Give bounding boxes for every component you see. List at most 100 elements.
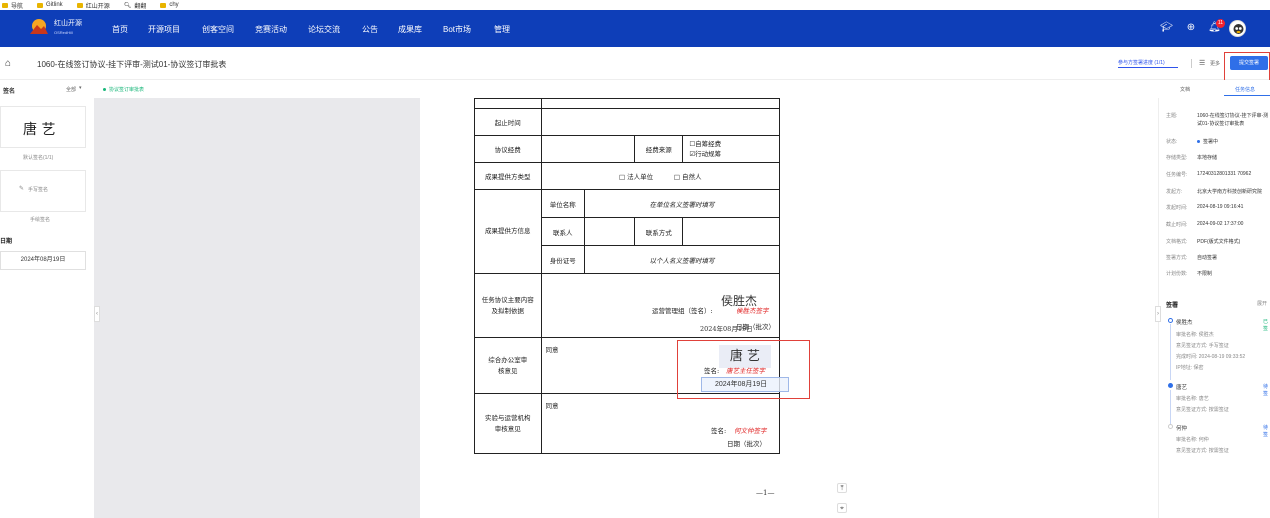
logo-icon[interactable] [29, 18, 49, 36]
signer-detail: 意见签证方式: 手写签证 [1176, 343, 1229, 349]
date-title: 日期 [0, 239, 13, 245]
tab-document[interactable]: 文档 [1180, 86, 1190, 93]
form-label-fee-source: 经费来源 [634, 135, 684, 163]
avatar[interactable] [1229, 20, 1246, 37]
chevron-down-icon[interactable]: ▾ [79, 85, 82, 91]
form-label-provider-info: 成果提供方信息 [474, 189, 542, 274]
tab-underline [1224, 95, 1270, 96]
status-label: 状态: [1166, 139, 1178, 145]
form-field-start[interactable] [540, 108, 781, 136]
signer-status: 已签 [1263, 319, 1269, 332]
plus-circle-icon[interactable]: ⊕ [1185, 22, 1197, 34]
notification-badge: 11 [1216, 19, 1225, 28]
form-label-office: 综合办公室审核意见 [474, 337, 542, 394]
top-navigation: 红山开源 OSRedHill 首页 开源项目 创客空间 竞赛活动 论坛交流 公告… [0, 10, 1270, 47]
status-value: 签署中 [1203, 139, 1219, 145]
sub-toolbar: 签名 全部 ▾ 协议签订审批表 文档 任务信息 [0, 80, 1270, 98]
tech-date-label: 日期（批次） [727, 440, 766, 448]
bookmark-nav[interactable]: 导航 [2, 1, 23, 10]
bookmark-redhill[interactable]: 红山开源 [76, 1, 110, 10]
provider-type-person[interactable]: □ 自然人 [674, 173, 702, 181]
collapse-left-handle[interactable]: ‹ [94, 306, 100, 322]
bookmark-label: 红山开源 [85, 3, 110, 10]
signer-detail: IP地址: 保密 [1176, 365, 1204, 371]
folder-icon [37, 2, 44, 8]
tech-sign-label: 签名: [711, 427, 727, 435]
storage-value: 本地存储 [1197, 155, 1218, 161]
provider-type-legal[interactable]: □ 法人单位 [619, 173, 653, 181]
signer-detail: 完成时间: 2024-08-19 09:33:52 [1176, 354, 1246, 360]
sign-progress-link[interactable]: 参与方签署进度 (1/1) [1118, 59, 1165, 66]
format-value: PDF(版式文件格式) [1197, 239, 1241, 245]
signature-filter[interactable]: 全部 [66, 86, 76, 93]
nav-item-results[interactable]: 成果库 [398, 24, 422, 35]
signers-title: 签署 [1166, 303, 1179, 309]
handwrite-button[interactable]: 手写签名 [28, 186, 48, 193]
menu-icon[interactable]: ☰ [1199, 59, 1205, 67]
default-signature-card[interactable]: 唐 艺 [0, 106, 86, 148]
form-field-fee[interactable] [540, 135, 636, 163]
tab-task-info[interactable]: 任务信息 [1235, 86, 1255, 93]
bookmark-gitlink[interactable]: Gitlink [37, 2, 63, 8]
date-stamp[interactable]: 2024年08月19日 [0, 251, 86, 270]
handwrite-caption: 手绘签名 [30, 217, 51, 223]
initiator-value: 北京大学南方科技创新研究院 [1197, 189, 1263, 195]
collapse-right-handle[interactable]: › [1155, 306, 1161, 322]
signature-preview: 唐 艺 [23, 122, 56, 138]
nav-item-forum[interactable]: 论坛交流 [308, 24, 340, 35]
document-tab[interactable]: 协议签订审批表 [109, 86, 144, 93]
form-label-start: 起止时间 [474, 108, 542, 136]
form-label-unit: 单位名称 [540, 189, 586, 218]
avatar-icon [1230, 21, 1245, 36]
placed-date-stamp[interactable]: 2024年08月19日 [701, 377, 789, 392]
deadline-value: 2024-09-02 17:37:00 [1197, 221, 1244, 227]
nav-item-competition[interactable]: 竞赛活动 [255, 24, 287, 35]
bookmark-label: chy [169, 2, 179, 8]
signer-status: 待签 [1263, 384, 1269, 397]
nav-item-admin[interactable]: 管理 [494, 24, 510, 35]
bookmark-search[interactable]: 🔍︎ 翻翻 [124, 1, 147, 10]
storage-label: 存储类型: [1166, 155, 1188, 161]
deadline-label: 截止时间: [1166, 222, 1188, 228]
folder-icon [160, 2, 167, 8]
id-hint: 以个人名义签署时填写 [584, 245, 780, 274]
home-icon[interactable]: ⌂ [5, 58, 11, 69]
more-label[interactable]: 更多 [1210, 60, 1220, 67]
scroll-top-icon[interactable]: ⤒ [837, 483, 847, 493]
office-opinion: 同意 [545, 346, 559, 354]
tech-opinion: 同意 [545, 402, 559, 410]
task-date-label: 日期（批次） [736, 323, 775, 331]
nav-item-notice[interactable]: 公告 [362, 24, 378, 35]
pen-icon: ✎ [19, 186, 25, 192]
graduation-cap-icon[interactable]: 🎓︎ [1160, 22, 1173, 34]
signer-detail: 意见签证方式: 按需签证 [1176, 448, 1229, 454]
document-header: ⌂ 1060-在线签订协议-挂下评审-测试01-协议签订审批表 参与方签署进度 … [0, 47, 1270, 80]
unit-hint: 在单位名义签署时填写 [584, 189, 780, 218]
fee-option-self[interactable]: ☐自筹经费 [689, 139, 779, 149]
bookmark-label: Gitlink [46, 2, 63, 8]
signer-detail: 审批名称: 侯胜杰 [1176, 332, 1214, 338]
timeline-line [1170, 324, 1171, 380]
handwrite-signature-card[interactable]: ✎ 手写签名 [0, 170, 86, 212]
fee-option-action[interactable]: ☑行动规筹 [689, 149, 779, 159]
start-time-label: 发起时间: [1166, 205, 1188, 211]
sign-method-label: 签署方式: [1166, 255, 1188, 261]
count-value: 不限制 [1197, 271, 1213, 277]
form-label-provider-type: 成果提供方类型 [474, 162, 542, 190]
expand-link[interactable]: 展开 [1257, 300, 1267, 307]
bookmarks-bar: 导航 Gitlink 红山开源 🔍︎ 翻翻 chy [0, 0, 1270, 10]
form-label-task: 任务协议主要内容及拟制依据 [474, 273, 542, 338]
bookmark-chy[interactable]: chy [160, 2, 179, 8]
sign-method-value: 自动签署 [1197, 255, 1218, 261]
progress-underline [1118, 67, 1178, 68]
nav-item-bot-market[interactable]: Bot市场 [443, 24, 471, 35]
nav-item-projects[interactable]: 开源项目 [148, 24, 180, 35]
nav-item-home[interactable]: 首页 [112, 24, 128, 35]
approval-form-table: 起止时间 协议经费 经费来源 ☐自筹经费 ☑行动规筹 成果提供方类型 □ 法人单位… [474, 98, 781, 454]
bookmark-label: 导航 [11, 3, 24, 10]
nav-item-maker[interactable]: 创客空间 [202, 24, 234, 35]
status-dot [103, 88, 106, 91]
timeline-dot [1168, 383, 1173, 388]
locate-icon[interactable]: ⌖ [837, 503, 847, 513]
task-info-panel: › 主题: 1060-在线签订协议-挂下评审-测试01-协议签订审批表 状态: … [1155, 98, 1270, 518]
